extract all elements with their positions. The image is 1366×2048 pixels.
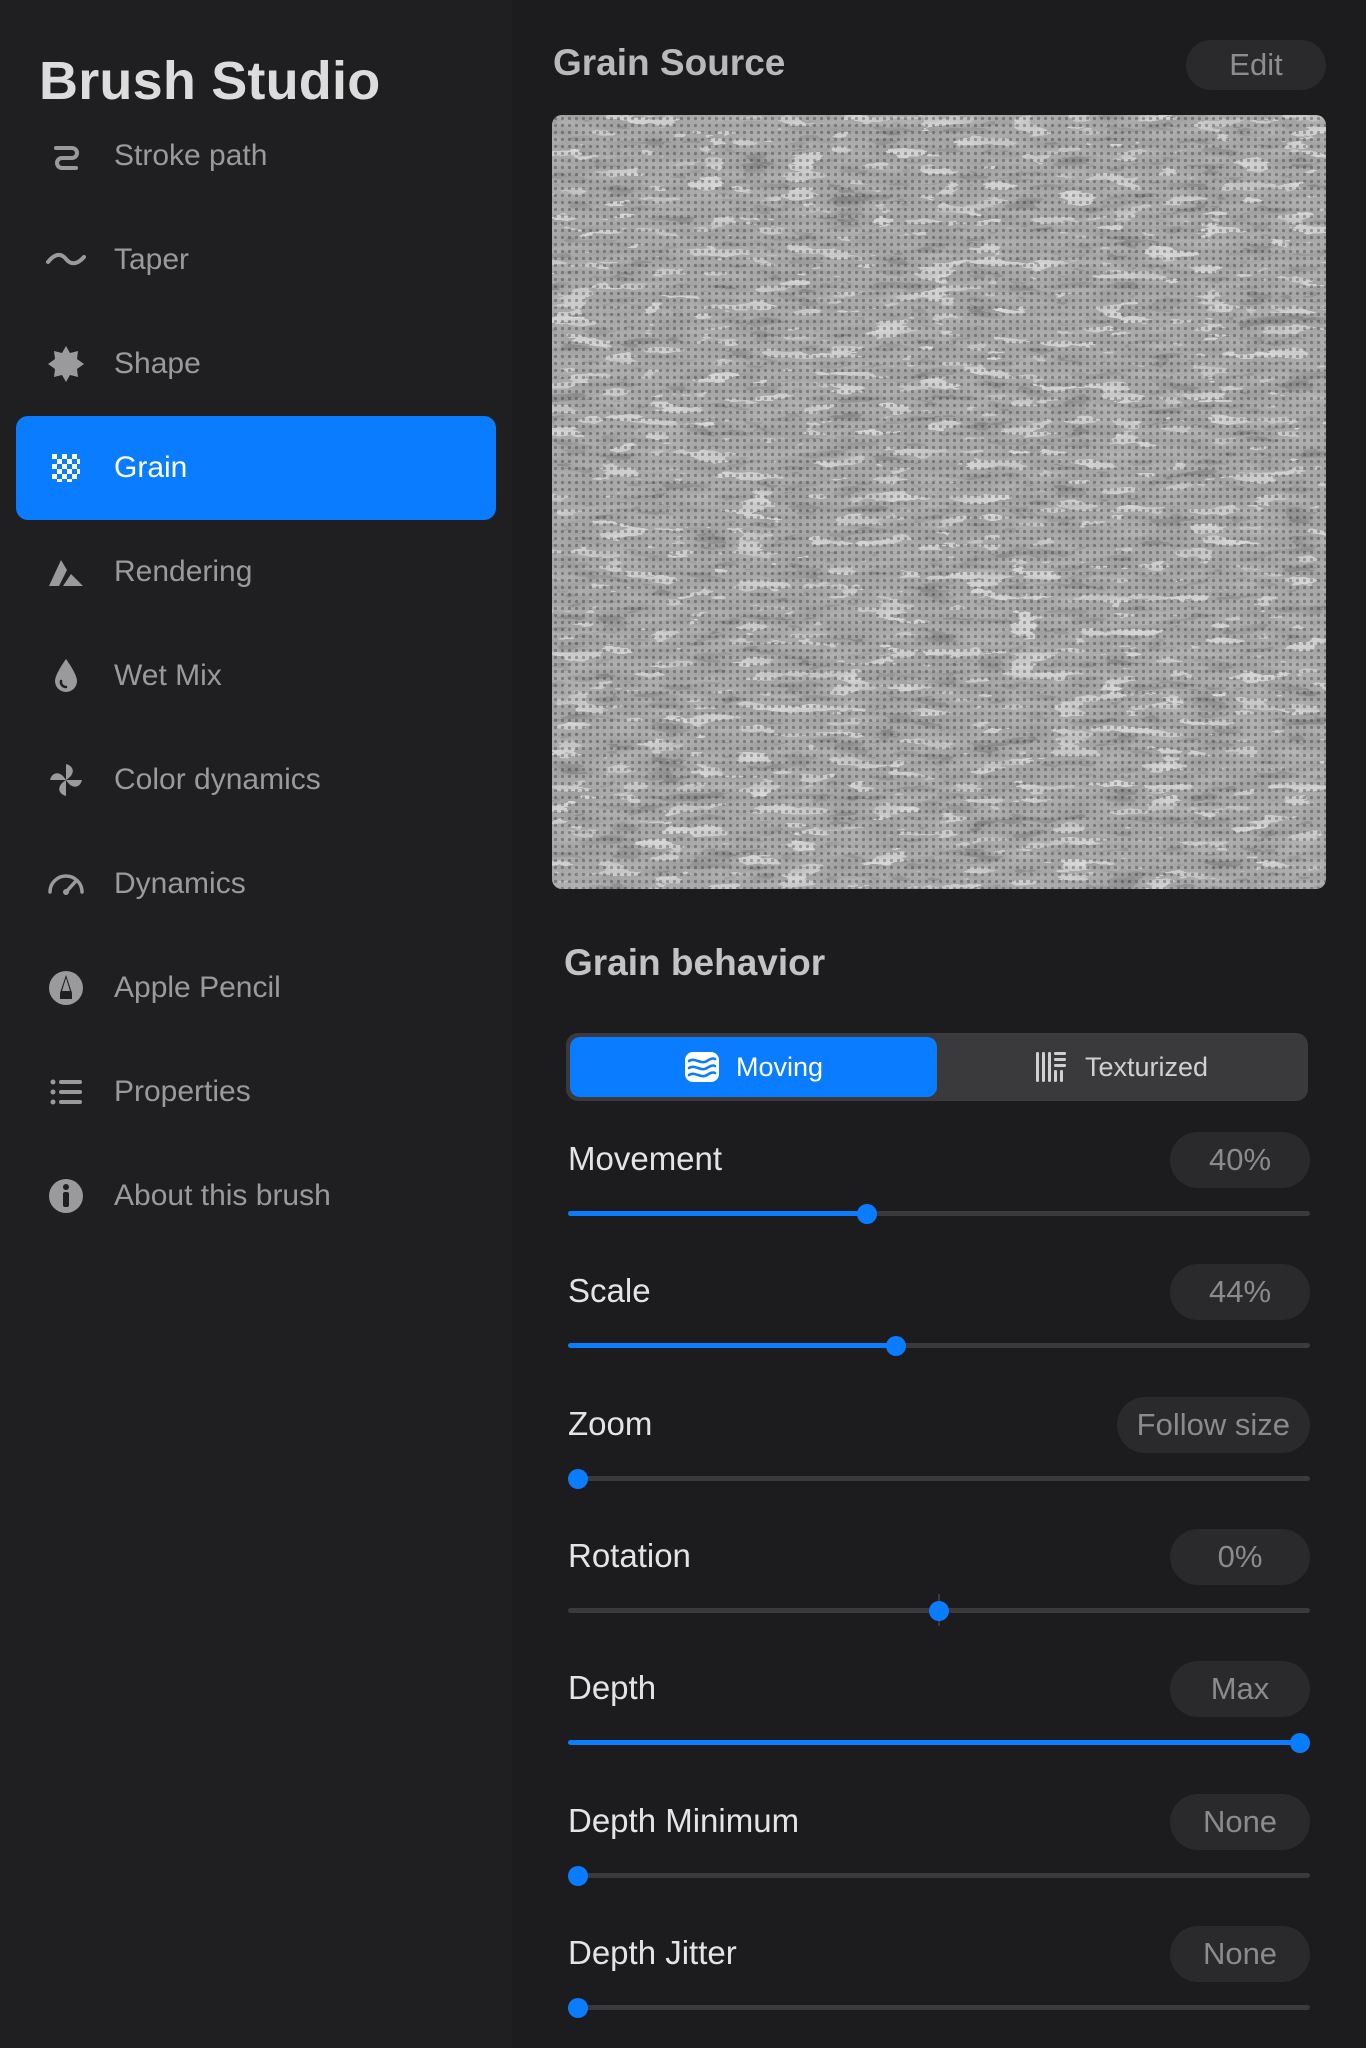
sidebar-item-shape[interactable]: Shape <box>16 312 496 416</box>
grain-behavior-segmented-control: Moving Texturized <box>566 1033 1308 1101</box>
app-title: Brush Studio <box>39 51 381 111</box>
setting-label: Depth Jitter <box>568 1933 737 1971</box>
slider-track <box>568 1475 1310 1481</box>
depth-jitter-slider[interactable] <box>568 1997 1310 2018</box>
main-panel: Grain Source Edit Grain behavior Moving … <box>512 0 1366 2048</box>
speedometer-icon <box>30 832 102 936</box>
sidebar-item-label: Rendering <box>114 555 253 588</box>
slider-knob[interactable] <box>568 1468 588 1489</box>
segment-moving[interactable]: Moving <box>570 1037 937 1097</box>
movement-slider[interactable] <box>568 1203 1310 1224</box>
setting-value-button[interactable]: None <box>1170 1793 1310 1850</box>
setting-value-button[interactable]: Follow size <box>1116 1396 1310 1453</box>
setting-depth-minimum: Depth Minimum None <box>568 1793 1310 1904</box>
stroke-path-icon <box>30 104 102 208</box>
setting-label: Rotation <box>568 1536 691 1574</box>
slider-knob[interactable] <box>929 1600 949 1621</box>
sidebar-item-label: Dynamics <box>114 867 246 900</box>
setting-scale: Scale 44% <box>568 1264 1310 1374</box>
grain-behavior-title: Grain behavior <box>564 942 826 983</box>
setting-value-button[interactable]: None <box>1170 1925 1310 1982</box>
edit-button[interactable]: Edit <box>1186 40 1326 90</box>
setting-zoom: Zoom Follow size <box>568 1396 1310 1507</box>
sidebar-item-apple-pencil[interactable]: Apple Pencil <box>16 936 496 1040</box>
sidebar-item-about[interactable]: About this brush <box>16 1144 496 1248</box>
slider-fill <box>568 1343 896 1349</box>
setting-value-button[interactable]: Max <box>1170 1661 1310 1718</box>
setting-rotation: Rotation 0% <box>568 1528 1310 1639</box>
sidebar-item-label: Color dynamics <box>114 763 321 796</box>
sidebar-item-label: Apple Pencil <box>114 971 281 1004</box>
scale-slider[interactable] <box>568 1335 1310 1357</box>
slider-track <box>568 2004 1310 2010</box>
setting-value-button[interactable]: 40% <box>1170 1132 1310 1188</box>
segment-label: Moving <box>735 1051 824 1082</box>
slider-knob[interactable] <box>568 1865 588 1886</box>
sidebar-item-label: Stroke path <box>114 139 268 172</box>
depth-slider[interactable] <box>568 1732 1310 1754</box>
sidebar-item-stroke-path[interactable]: Stroke path <box>16 104 496 208</box>
setting-depth: Depth Max <box>568 1661 1310 1771</box>
taper-icon <box>30 208 102 312</box>
setting-label: Movement <box>568 1140 723 1177</box>
setting-value-button[interactable]: 44% <box>1170 1264 1310 1321</box>
setting-depth-jitter: Depth Jitter None <box>568 1925 1310 2036</box>
setting-label: Zoom <box>568 1404 653 1442</box>
slider-knob[interactable] <box>568 1997 588 2018</box>
slider-track <box>568 1872 1310 1878</box>
sidebar-item-label: Wet Mix <box>114 659 222 692</box>
waves-icon <box>684 1049 720 1085</box>
pencil-tip-icon <box>30 936 102 1040</box>
slider-fill <box>568 1740 1300 1746</box>
sidebar-item-label: Grain <box>114 451 188 484</box>
sidebar-item-properties[interactable]: Properties <box>16 1040 496 1144</box>
shape-icon <box>30 312 102 416</box>
texture-icon <box>1033 1049 1069 1085</box>
setting-movement: Movement 40% <box>568 1132 1310 1242</box>
sidebar-item-label: About this brush <box>114 1179 331 1212</box>
grain-source-title: Grain Source <box>553 42 786 83</box>
segment-label: Texturized <box>1084 1051 1209 1082</box>
list-icon <box>30 1040 102 1144</box>
sidebar-item-label: Taper <box>114 243 190 276</box>
slider-fill <box>568 1211 867 1216</box>
sidebar-item-label: Shape <box>114 347 201 380</box>
sidebar-item-rendering[interactable]: Rendering <box>16 520 496 624</box>
setting-label: Depth Minimum <box>568 1801 800 1839</box>
slider-knob[interactable] <box>885 1336 906 1357</box>
sidebar-item-grain[interactable]: Grain <box>16 416 496 520</box>
segment-texturized[interactable]: Texturized <box>937 1037 1304 1097</box>
slider-knob[interactable] <box>856 1204 877 1224</box>
setting-label: Scale <box>568 1272 651 1310</box>
grain-source-preview[interactable] <box>552 115 1326 889</box>
zoom-slider[interactable] <box>568 1468 1310 1489</box>
info-icon <box>30 1144 102 1248</box>
sidebar: Brush Studio Stroke path Taper Shape Gra… <box>0 0 512 2048</box>
depth-minimum-slider[interactable] <box>568 1865 1310 1886</box>
slider-knob[interactable] <box>1290 1733 1310 1754</box>
grain-icon <box>30 416 102 520</box>
setting-label: Depth <box>568 1669 657 1707</box>
setting-value-button[interactable]: 0% <box>1170 1528 1310 1585</box>
sidebar-item-color-dynamics[interactable]: Color dynamics <box>16 728 496 832</box>
sidebar-item-wet-mix[interactable]: Wet Mix <box>16 624 496 728</box>
sidebar-item-taper[interactable]: Taper <box>16 208 496 312</box>
sidebar-item-dynamics[interactable]: Dynamics <box>16 832 496 936</box>
sidebar-item-label: Properties <box>114 1075 251 1108</box>
rotation-slider[interactable] <box>568 1593 1310 1626</box>
rendering-icon <box>30 520 102 624</box>
droplet-icon <box>30 624 102 728</box>
pinwheel-icon <box>30 728 102 832</box>
